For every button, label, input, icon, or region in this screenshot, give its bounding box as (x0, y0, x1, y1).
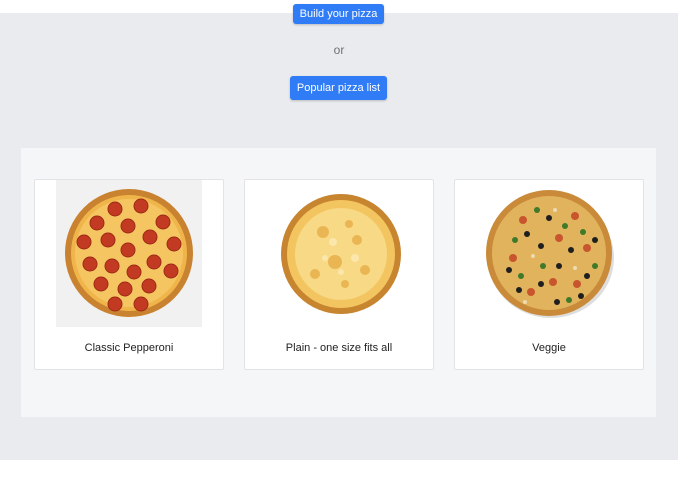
pizza-card-pepperoni[interactable]: Classic Pepperoni (34, 179, 224, 370)
pizza-card-plain[interactable]: Plain - one size fits all (244, 179, 434, 370)
pizza-name: Veggie (532, 342, 566, 354)
veggie-pizza-image (455, 180, 643, 330)
cheese-pizza-image (245, 180, 433, 330)
pepperoni-pizza-image (35, 180, 223, 330)
or-separator: or (333, 43, 345, 57)
pizza-card-veggie[interactable]: Veggie (454, 179, 644, 370)
pizza-name: Classic Pepperoni (84, 342, 174, 354)
pizza-name: Plain - one size fits all (285, 342, 393, 354)
popular-pizza-list-button[interactable]: Popular pizza list (290, 76, 387, 100)
build-your-pizza-button[interactable]: Build your pizza (293, 4, 384, 24)
